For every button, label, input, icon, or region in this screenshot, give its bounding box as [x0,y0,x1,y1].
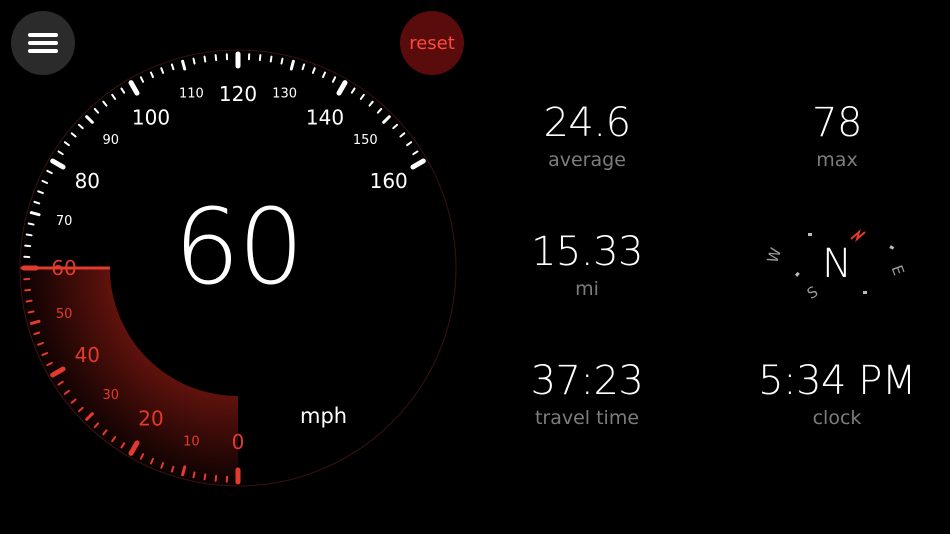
reset-button[interactable]: reset [400,11,464,75]
stat-distance: 15.33 mi [477,232,697,300]
gauge-tick-label: 160 [370,169,408,193]
gauge-tick [27,222,35,226]
stat-max: 78 max [727,103,947,171]
gauge-tick [392,123,399,130]
gauge-tick [149,71,154,79]
gauge-tick [24,244,32,248]
gauge-tick [120,87,126,94]
compass-tick [863,291,867,294]
gauge-tick [33,200,41,205]
stat-average: 24.6 average [477,103,697,171]
gauge-tick-label: 50 [56,307,73,322]
gauge-tick [350,87,356,94]
gauge-tick [25,233,33,237]
gauge-tick-label: 40 [75,343,100,367]
gauge-tick [406,141,413,147]
travel-time-value: 37:23 [530,358,644,404]
gauge-tick [139,76,145,83]
gauge-tick [382,115,391,124]
compass-tick [808,233,812,236]
gauge-tick [376,107,383,114]
gauge-tick [203,473,207,481]
gauge-tick [93,107,100,114]
average-speed-value: 24.6 [543,100,631,146]
clock-label: clock [812,407,862,429]
compass-icon: N W E S [763,229,908,303]
gauge-tick [63,141,70,147]
gauge-tick [29,319,41,325]
gauge-tick [192,57,196,65]
gauge-tick [336,80,348,96]
gauge-tick [368,100,374,107]
gauge-tick-label: 0 [232,430,245,454]
gauge-tick [37,190,44,195]
gauge-tick-label: 10 [183,434,200,449]
gauge-tick [160,67,165,74]
gauge-tick [280,57,284,65]
compass-south: S [804,282,821,302]
gauge-tick-label: 110 [179,87,204,102]
max-speed-value: 78 [812,100,862,146]
gauge-tick [410,158,426,170]
stat-clock: 5:34 PM clock [727,361,947,429]
gauge-tick [258,54,262,62]
gauge-tick-label: 20 [138,407,163,431]
gauge-tick [111,93,117,100]
stat-travel-time: 37:23 travel time [477,361,697,429]
max-speed-label: max [816,149,858,171]
gauge-tick [301,63,306,71]
gauge-tick [85,115,94,124]
gauge-tick [102,100,108,107]
average-speed-label: average [548,149,626,171]
gauge-tick-label: 90 [102,133,119,148]
gauge-tick [46,169,53,175]
gauge-tick [70,132,77,138]
gauge-tick [214,474,218,482]
gauge-tick [289,59,295,71]
gauge-tick-label: 70 [56,214,73,229]
gauge-tick [77,123,84,130]
gauge-tick [27,310,35,314]
gauge-tick [24,288,32,292]
compass-tick [794,271,800,277]
travel-time-label: travel time [534,407,640,429]
gauge-tick-label: 150 [353,133,378,148]
gauge-tick [399,132,406,138]
gauge-tick [170,63,175,71]
gauge-tick [57,150,64,156]
compass-west: W [763,245,785,265]
current-speed: 60 [173,186,304,308]
gauge-tick [192,471,196,479]
gauge-tick-label: 140 [306,105,344,129]
gauge-tick [322,71,327,79]
gauge-tick [203,55,207,63]
compass-north-marker [850,229,866,242]
gauge-tick [359,93,365,100]
gauge-tick-label: 130 [272,87,297,102]
gauge-tick-label: 120 [219,82,257,106]
distance-value: 15.33 [530,229,644,275]
distance-label: mi [575,278,599,300]
gauge-tick [29,211,41,217]
gauge-tick [269,55,273,63]
gauge-tick [412,150,419,156]
menu-button[interactable] [11,11,75,75]
compass-heading: N [822,241,852,287]
gauge-tick [181,465,187,477]
speed-unit: mph [300,404,348,428]
gauge-tick [331,76,337,83]
compass-east: E [888,263,908,278]
gauge-tick [311,67,316,74]
clock-value: 5:34 PM [758,358,916,404]
gauge-tick-label: 100 [132,105,170,129]
compass-tick [889,245,895,250]
gauge-tick [41,179,49,184]
gauge-tick [50,158,66,170]
gauge-tick [181,59,187,71]
gauge-tick [25,299,33,303]
gauge-tick-label: 30 [102,388,119,403]
gauge-tick [128,80,140,96]
gauge-tick-label: 80 [75,169,100,193]
gauge-tick [214,54,218,62]
